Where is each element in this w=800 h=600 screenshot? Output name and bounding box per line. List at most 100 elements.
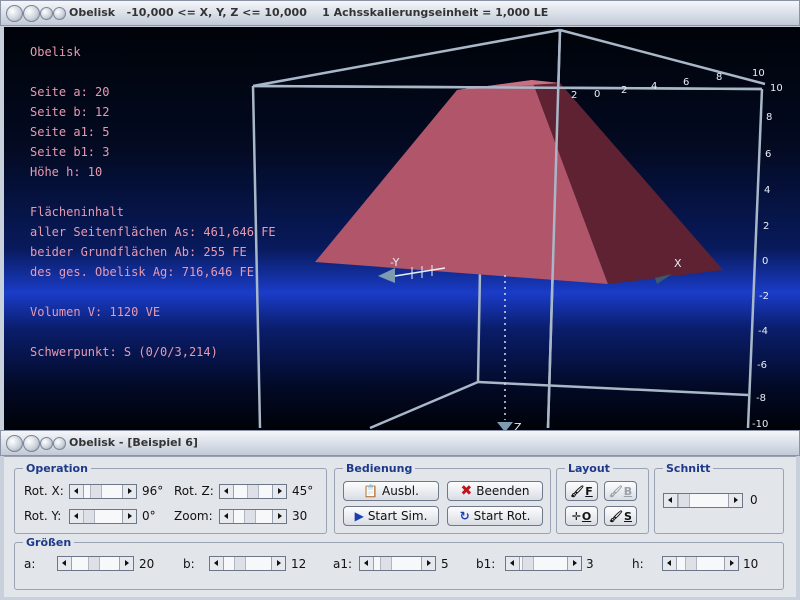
slider-thumb[interactable] xyxy=(88,557,100,570)
slider-thumb[interactable] xyxy=(685,557,697,570)
axis-label-x: X xyxy=(674,257,682,270)
zoom-label: Zoom: xyxy=(174,509,213,523)
window-control-button-2[interactable] xyxy=(23,5,40,22)
control-panel: Operation Rot. X: 96° Rot. Y: 0° Rot. Z:… xyxy=(4,456,796,597)
main-title-bar[interactable]: Obelisk -10,000 <= X, Y, Z <= 10,000 1 A… xyxy=(0,0,800,26)
beenden-button[interactable]: ✖ Beenden xyxy=(447,481,543,501)
scroll-right-arrow-icon[interactable] xyxy=(421,557,435,570)
control-window-button-4[interactable] xyxy=(53,437,66,450)
box-edge-right xyxy=(746,88,764,429)
scroll-right-arrow-icon[interactable] xyxy=(272,485,286,498)
axis-label-z: Z xyxy=(514,421,522,430)
side-tick: -10 xyxy=(752,419,769,430)
scroll-left-arrow-icon[interactable] xyxy=(506,557,520,570)
size-h-slider[interactable] xyxy=(662,556,739,571)
top-tick: 0 xyxy=(594,89,601,100)
scroll-left-arrow-icon[interactable] xyxy=(220,510,234,523)
size-b-slider[interactable] xyxy=(209,556,286,571)
size-a-label: a: xyxy=(24,557,36,571)
play-icon: ▶ xyxy=(354,509,364,523)
zoom-slider[interactable] xyxy=(219,509,287,524)
window-control-button-1[interactable] xyxy=(6,5,23,22)
rot-y-slider[interactable] xyxy=(69,509,137,524)
window-control-button-4[interactable] xyxy=(53,7,66,20)
scroll-left-arrow-icon[interactable] xyxy=(663,557,677,570)
axis-label-y: -Y xyxy=(390,256,400,269)
rot-z-slider[interactable] xyxy=(219,484,287,499)
size-a-slider[interactable] xyxy=(57,556,134,571)
schnitt-label: Schnitt xyxy=(663,462,714,475)
scroll-left-arrow-icon[interactable] xyxy=(70,510,84,523)
box-edge-bottom-right xyxy=(477,380,749,397)
layout-s-button[interactable]: 🖌 S xyxy=(604,506,637,526)
groessen-group: Größen a: 20 b: 12 a1: 5 b1: 3 h: 10 xyxy=(14,536,784,590)
slider-thumb[interactable] xyxy=(234,557,246,570)
side-tick: -6 xyxy=(757,360,767,371)
schnitt-value: 0 xyxy=(750,493,758,507)
size-b1-slider[interactable] xyxy=(505,556,582,571)
3d-viewport[interactable]: -Y X Z 2 0 2 4 6 8 10 10 8 6 4 2 0 -2 -4… xyxy=(4,27,800,430)
control-window-button-2[interactable] xyxy=(23,435,40,452)
size-a1-slider[interactable] xyxy=(359,556,436,571)
slider-thumb[interactable] xyxy=(247,485,259,498)
side-tick: 2 xyxy=(763,221,770,232)
slider-thumb[interactable] xyxy=(90,485,102,498)
scroll-left-arrow-icon[interactable] xyxy=(58,557,72,570)
layout-f-button[interactable]: 🖌 F xyxy=(565,481,598,501)
layout-o-label: O xyxy=(581,509,592,523)
layout-group: Layout 🖌 F 🖌 B ✛ O 🖌 S xyxy=(556,462,649,534)
scroll-right-arrow-icon[interactable] xyxy=(272,510,286,523)
control-window-button-3[interactable] xyxy=(40,437,53,450)
top-tick: 10 xyxy=(752,68,765,79)
layout-f-label: F xyxy=(585,484,593,498)
info-heading: Obelisk xyxy=(30,45,81,59)
scroll-left-arrow-icon[interactable] xyxy=(220,485,234,498)
start-sim-button-label: Start Sim. xyxy=(367,509,428,523)
slider-thumb[interactable] xyxy=(244,510,256,523)
scroll-right-arrow-icon[interactable] xyxy=(567,557,581,570)
scroll-left-arrow-icon[interactable] xyxy=(664,494,678,507)
slider-thumb[interactable] xyxy=(380,557,392,570)
control-window-title: Obelisk - [Beispiel 6] xyxy=(69,436,198,449)
layout-b-button[interactable]: 🖌 B xyxy=(604,481,637,501)
control-window-button-1[interactable] xyxy=(6,435,23,452)
rotate-icon: ↻ xyxy=(459,509,470,523)
operation-group: Operation Rot. X: 96° Rot. Y: 0° Rot. Z:… xyxy=(14,462,327,534)
z-axis-arrow xyxy=(497,422,513,430)
scroll-right-arrow-icon[interactable] xyxy=(122,510,136,523)
start-rot-button[interactable]: ↻ Start Rot. xyxy=(447,506,543,526)
scroll-left-arrow-icon[interactable] xyxy=(70,485,84,498)
control-title-bar[interactable]: Obelisk - [Beispiel 6] xyxy=(0,430,800,456)
operation-label: Operation xyxy=(23,462,91,475)
box-edge-left xyxy=(251,85,262,429)
bedienung-group: Bedienung 📋 Ausbl. ✖ Beenden ▶ Start Sim. ↻… xyxy=(334,462,551,534)
main-window-title: Obelisk -10,000 <= X, Y, Z <= 10,000 1 A… xyxy=(69,6,549,19)
slider-thumb[interactable] xyxy=(522,557,534,570)
start-sim-button[interactable]: ▶ Start Sim. xyxy=(343,506,439,526)
top-tick: 4 xyxy=(651,81,658,92)
schnitt-slider[interactable] xyxy=(663,493,743,508)
scroll-left-arrow-icon[interactable] xyxy=(360,557,374,570)
side-tick: -4 xyxy=(758,326,768,337)
slider-thumb[interactable] xyxy=(678,494,690,507)
scroll-right-arrow-icon[interactable] xyxy=(119,557,133,570)
schnitt-group: Schnitt 0 xyxy=(654,462,784,534)
top-tick: 8 xyxy=(716,72,723,83)
ausbl-button[interactable]: 📋 Ausbl. xyxy=(343,481,439,501)
slider-thumb[interactable] xyxy=(83,510,95,523)
info-param-a1: Seite a1: 5 xyxy=(30,125,110,139)
fill-icon: 🖌 xyxy=(570,484,585,498)
info-param-h: Höhe h: 10 xyxy=(30,165,103,179)
layout-label: Layout xyxy=(565,462,613,475)
scroll-right-arrow-icon[interactable] xyxy=(122,485,136,498)
rot-x-slider[interactable] xyxy=(69,484,137,499)
side-tick: 8 xyxy=(766,112,773,123)
layout-o-button[interactable]: ✛ O xyxy=(565,506,598,526)
scroll-right-arrow-icon[interactable] xyxy=(724,557,738,570)
scroll-right-arrow-icon[interactable] xyxy=(271,557,285,570)
scroll-right-arrow-icon[interactable] xyxy=(728,494,742,507)
window-control-button-3[interactable] xyxy=(40,7,53,20)
side-tick: 0 xyxy=(762,256,769,267)
bedienung-label: Bedienung xyxy=(343,462,416,475)
scroll-left-arrow-icon[interactable] xyxy=(210,557,224,570)
